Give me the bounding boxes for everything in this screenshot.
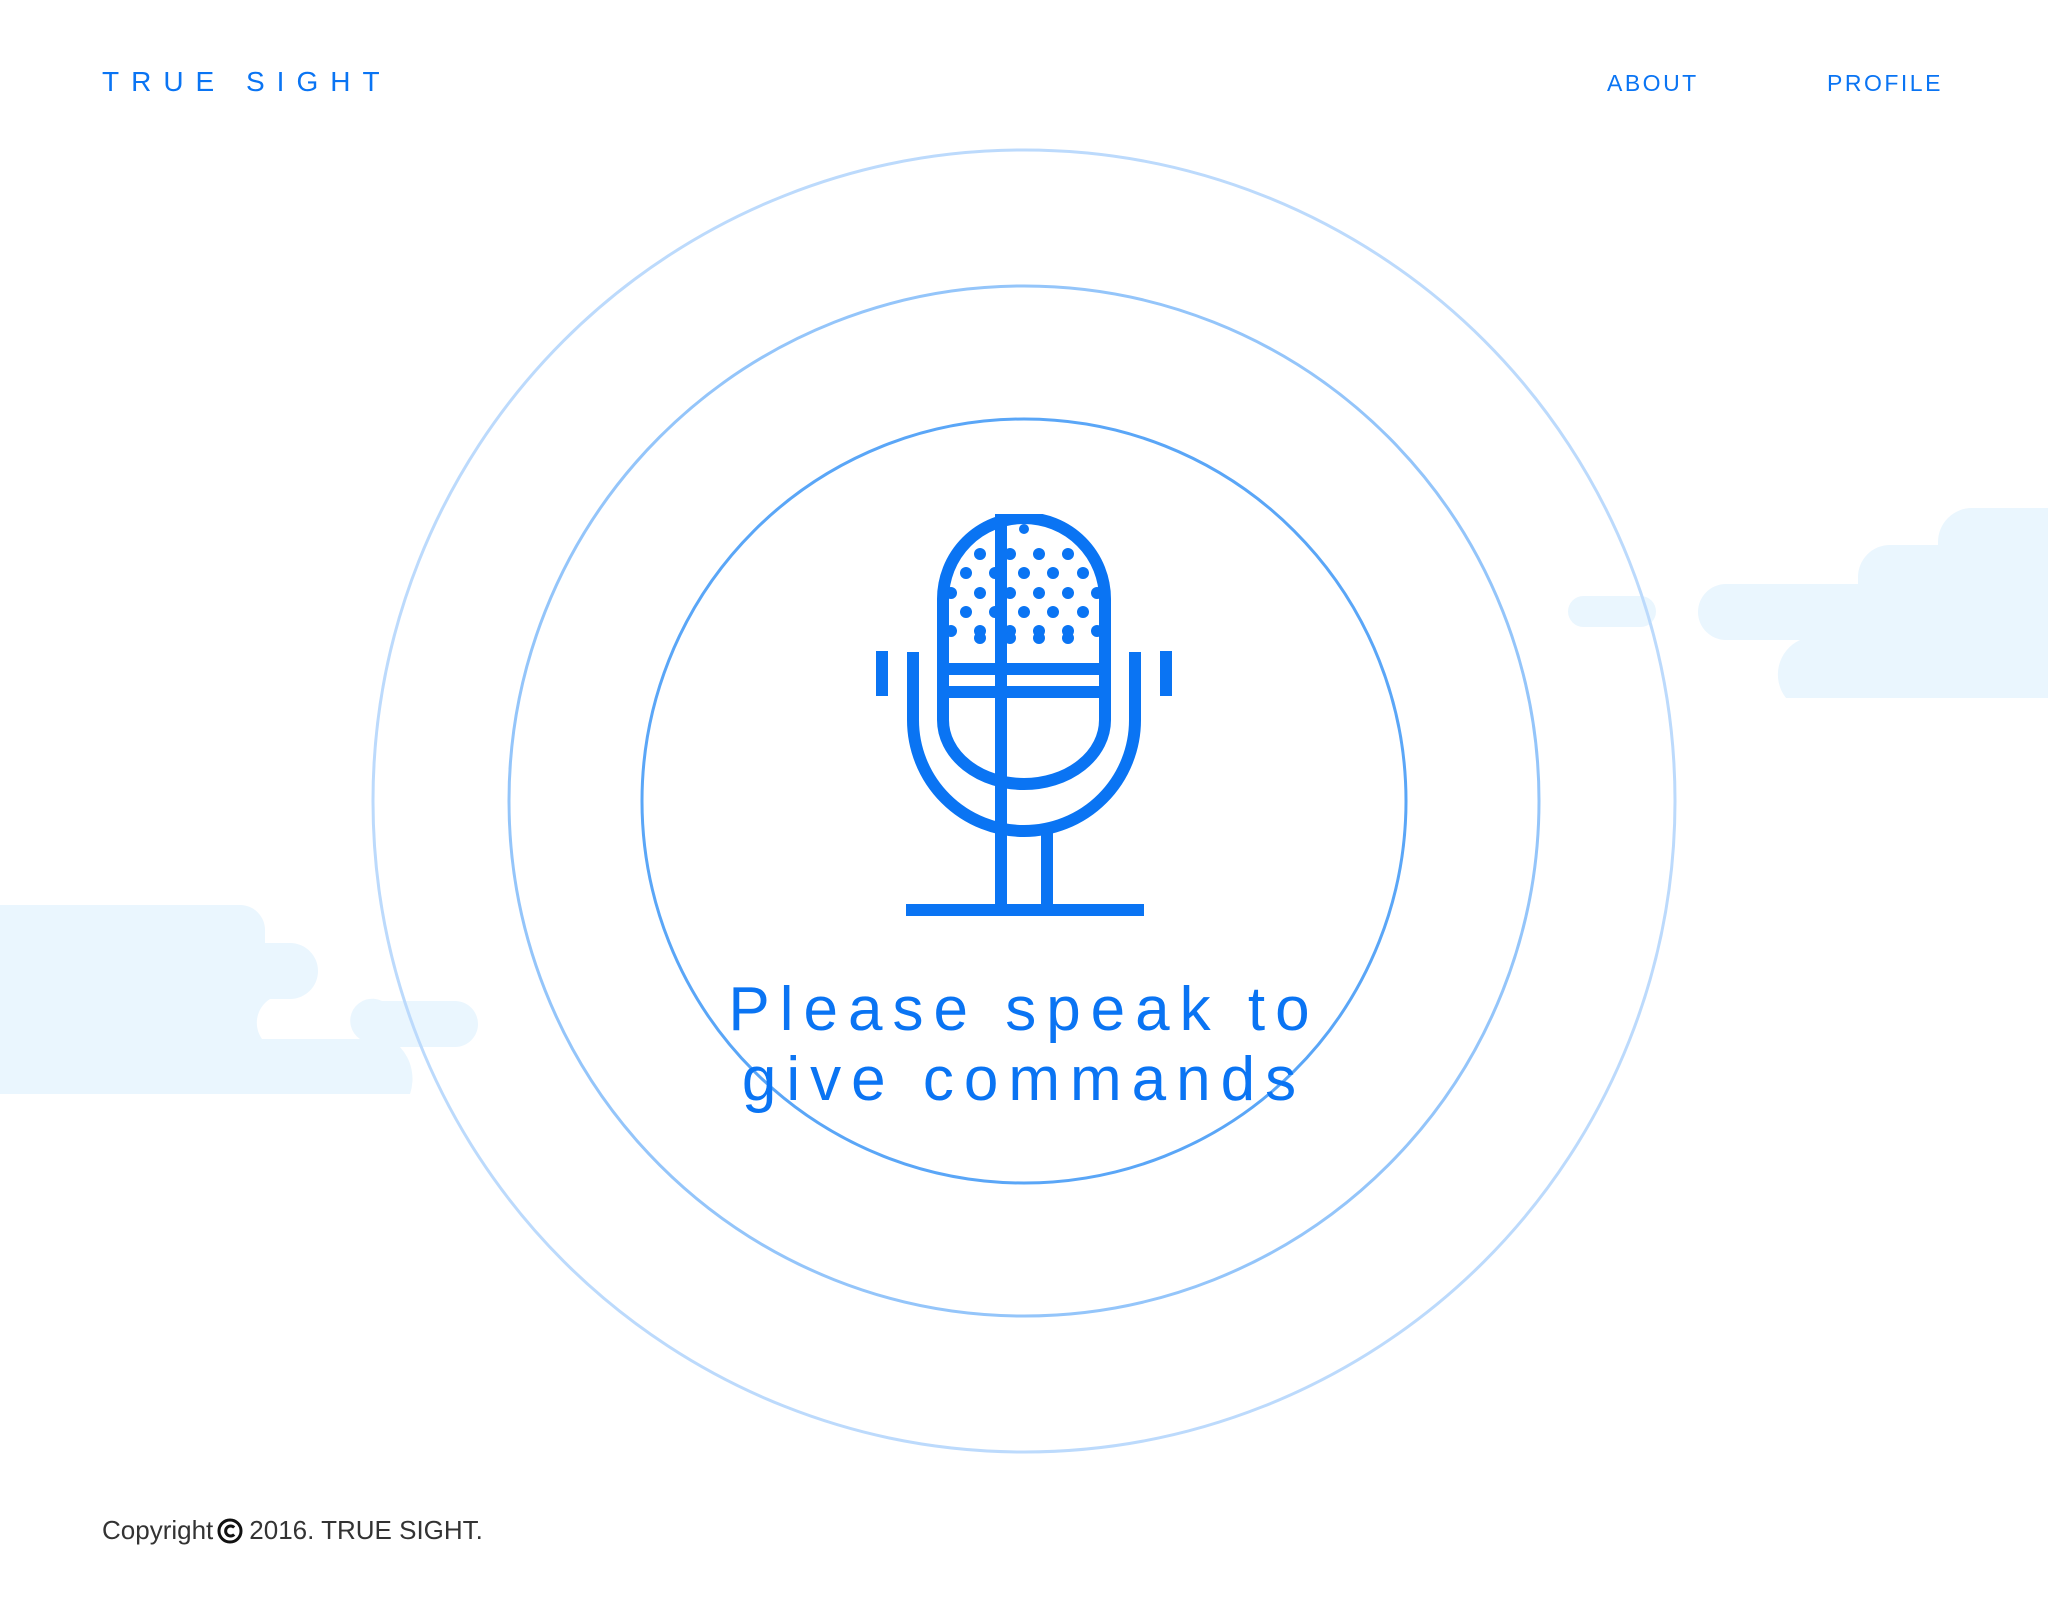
nav-about[interactable]: ABOUT [1607, 70, 1699, 97]
prompt-line-2: give commands [741, 1045, 1307, 1114]
copyright-suffix: 2016. TRUE SIGHT. [249, 1515, 483, 1545]
cloud-right [1568, 508, 2048, 698]
footer-copyright: Copyright 2016. TRUE SIGHT. [102, 1515, 483, 1546]
copyright-prefix: Copyright [102, 1515, 214, 1545]
nav-profile[interactable]: PROFILE [1827, 70, 1943, 97]
brand-logo[interactable]: TRUE SIGHT [102, 66, 392, 98]
copyright-icon [217, 1518, 243, 1543]
prompt-line-1: Please speak to [728, 975, 1320, 1044]
cloud-left [0, 905, 478, 1094]
voice-prompt: Please speak to give commands [624, 975, 1424, 1115]
microphone-icon[interactable] [872, 514, 1176, 918]
